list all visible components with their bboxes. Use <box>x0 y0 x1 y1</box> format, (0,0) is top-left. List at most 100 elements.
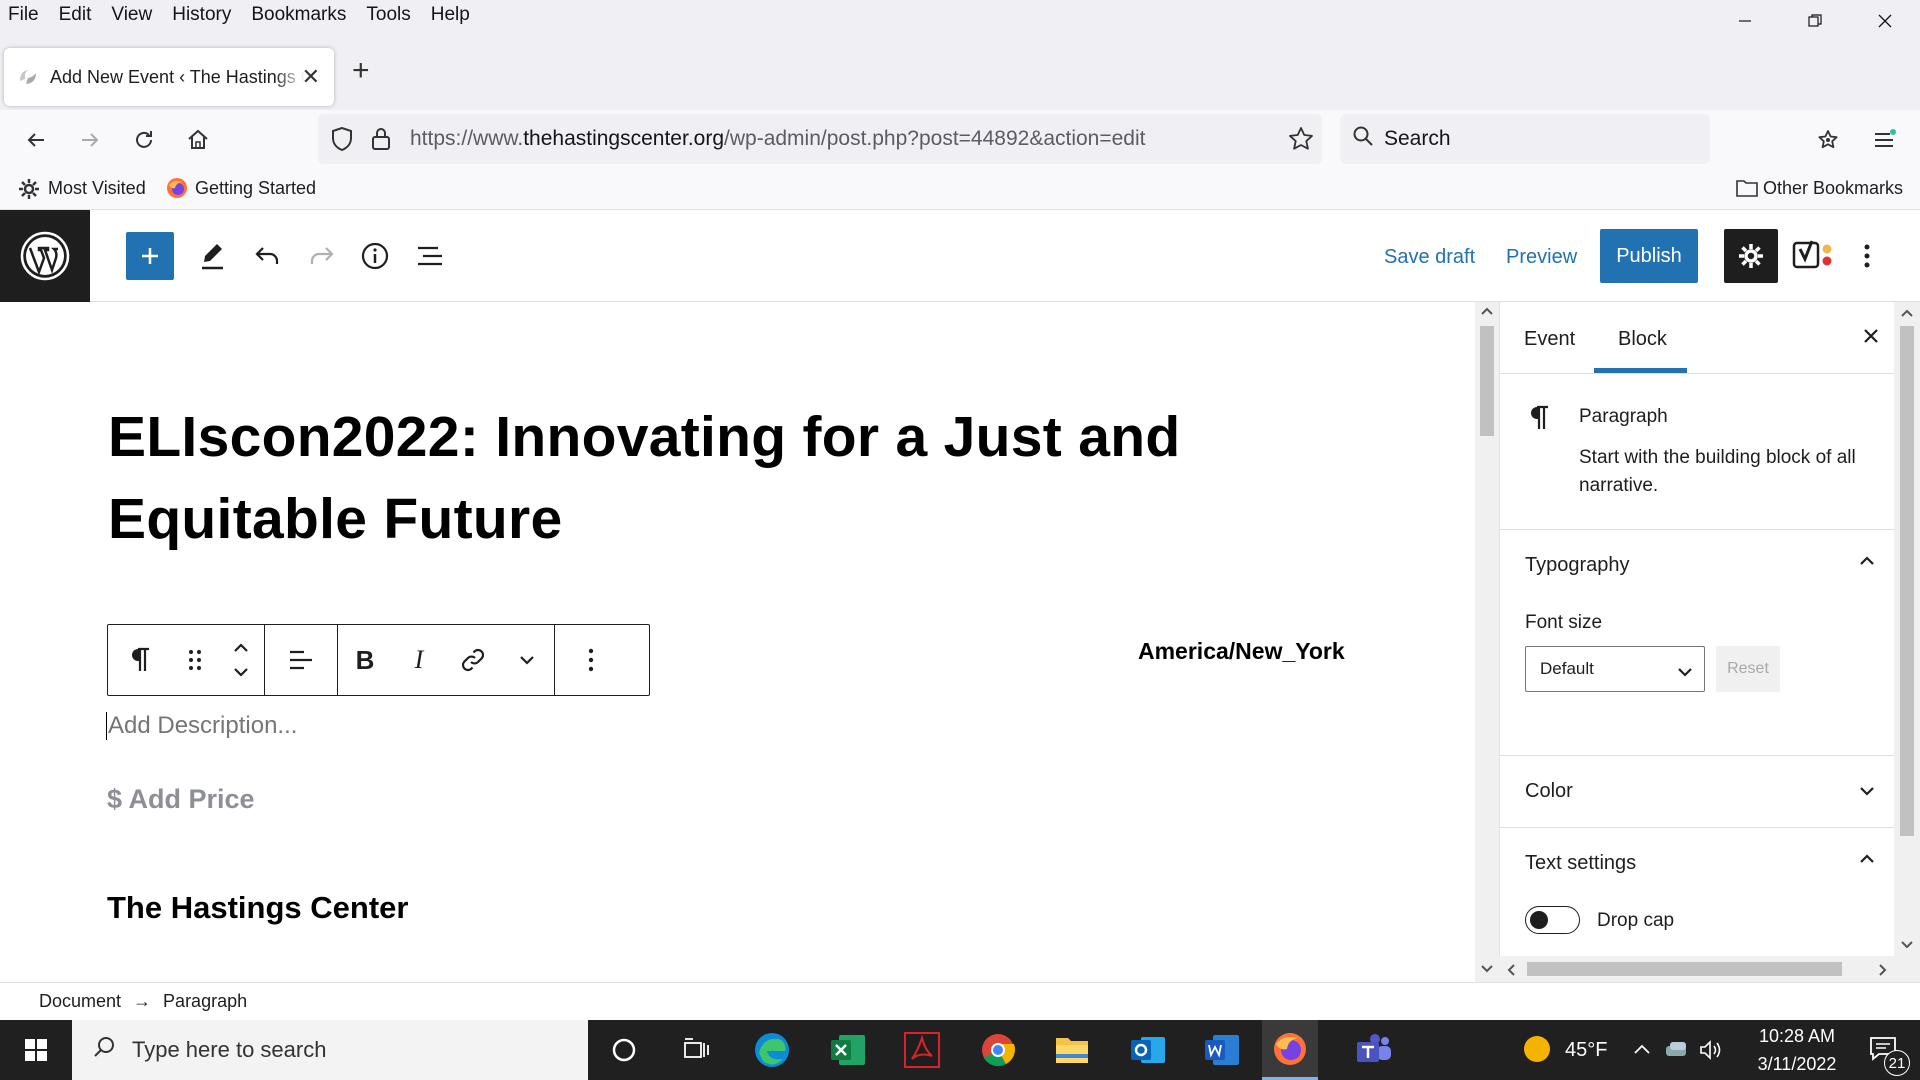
lock-icon[interactable] <box>370 126 392 158</box>
bookmark-getting-started[interactable]: Getting Started <box>195 178 316 199</box>
menu-edit[interactable]: Edit <box>49 4 102 26</box>
scroll-down-icon[interactable] <box>1899 938 1915 956</box>
menu-history[interactable]: History <box>162 4 241 26</box>
firefox-taskbar-icon[interactable] <box>1262 1020 1318 1080</box>
reset-button[interactable]: Reset <box>1716 646 1780 692</box>
bold-icon[interactable]: B <box>338 625 392 695</box>
address-bar[interactable]: https://www.thehastingscenter.org/wp-adm… <box>318 114 1322 164</box>
breadcrumb-document[interactable]: Document <box>39 991 121 1012</box>
clock-date[interactable]: 3/11/2022 <box>1747 1054 1847 1075</box>
italic-icon[interactable]: I <box>392 625 446 695</box>
clock-time[interactable]: 10:28 AM <box>1747 1026 1847 1047</box>
chevron-up-icon[interactable] <box>1632 1040 1652 1062</box>
reload-button[interactable] <box>126 122 162 158</box>
menu-help[interactable]: Help <box>421 4 480 26</box>
sidebar-horizontal-scrollbar[interactable] <box>1499 956 1894 982</box>
tab-block[interactable]: Block <box>1618 328 1667 351</box>
typography-title[interactable]: Typography <box>1525 554 1630 577</box>
font-size-select[interactable]: Default <box>1525 646 1705 692</box>
taskbar-search-input[interactable]: Type here to search <box>72 1020 588 1080</box>
link-icon[interactable] <box>446 625 500 695</box>
info-icon[interactable] <box>355 234 395 278</box>
wordpress-logo-icon[interactable] <box>0 210 90 302</box>
excel-icon[interactable] <box>824 1026 872 1074</box>
bookmark-most-visited[interactable]: Most Visited <box>48 178 146 199</box>
redo-icon[interactable] <box>302 234 342 278</box>
drop-cap-toggle[interactable] <box>1525 906 1580 934</box>
preview-button[interactable]: Preview <box>1506 246 1577 269</box>
close-icon[interactable] <box>1862 324 1880 352</box>
price-input[interactable]: $ Add Price <box>107 784 255 815</box>
weather-sun-icon[interactable] <box>1522 1034 1552 1070</box>
undo-icon[interactable] <box>247 234 287 278</box>
settings-gear-icon[interactable] <box>1724 229 1778 283</box>
chevron-up-icon[interactable] <box>1858 554 1876 572</box>
back-button[interactable] <box>18 122 54 158</box>
menu-view[interactable]: View <box>101 4 162 26</box>
text-settings-title[interactable]: Text settings <box>1525 852 1636 875</box>
venue-name[interactable]: The Hastings Center <box>107 890 408 926</box>
scroll-up-icon[interactable] <box>1479 304 1495 320</box>
color-title[interactable]: Color <box>1525 780 1573 803</box>
description-input[interactable]: Add Description... <box>106 712 297 740</box>
chrome-icon[interactable] <box>974 1026 1022 1074</box>
scroll-right-icon[interactable] <box>1877 962 1889 983</box>
sidebar-scroll-thumb[interactable] <box>1900 326 1914 836</box>
search-bar[interactable]: Search <box>1340 114 1710 164</box>
windows-start-icon[interactable] <box>0 1020 72 1080</box>
new-tab-button[interactable]: + <box>352 54 370 88</box>
tab-add-new-event[interactable]: Add New Event ‹ The Hastings Center — Wo… <box>4 48 334 106</box>
menu-bookmarks[interactable]: Bookmarks <box>241 4 356 26</box>
scroll-up-icon[interactable] <box>1899 306 1915 324</box>
windows-taskbar: Type here to search 45°F 10:28 AM 3/11/2… <box>0 1020 1920 1080</box>
align-left-icon[interactable] <box>265 625 337 695</box>
tab-event[interactable]: Event <box>1524 328 1575 351</box>
forward-button[interactable] <box>72 122 108 158</box>
editor-scrollbar[interactable] <box>1475 302 1499 982</box>
shield-icon[interactable] <box>330 126 354 158</box>
save-draft-button[interactable]: Save draft <box>1384 246 1475 269</box>
word-icon[interactable] <box>1198 1026 1246 1074</box>
bookmark-star-icon[interactable] <box>1288 126 1314 158</box>
extensions-icon[interactable] <box>1810 122 1846 158</box>
task-view-icon[interactable] <box>672 1026 720 1074</box>
chevron-up-icon[interactable] <box>1858 852 1876 870</box>
chevron-down-icon[interactable] <box>500 625 554 695</box>
close-tab-icon[interactable]: ✕ <box>302 64 320 90</box>
more-options-icon[interactable] <box>1852 234 1882 278</box>
sidebar-scrollbar[interactable] <box>1894 302 1920 982</box>
edge-icon[interactable] <box>748 1026 796 1074</box>
taskbar-search-placeholder: Type here to search <box>132 1037 327 1062</box>
drop-cap-label: Drop cap <box>1597 910 1675 931</box>
post-title[interactable]: ELIscon2022: Innovating for a Just and E… <box>108 396 1288 560</box>
file-explorer-icon[interactable] <box>1048 1026 1096 1074</box>
horizontal-scroll-thumb[interactable] <box>1527 962 1842 976</box>
event-timezone[interactable]: America/New_York <box>1138 638 1345 665</box>
bookmark-other[interactable]: Other Bookmarks <box>1763 178 1903 199</box>
menu-tools[interactable]: Tools <box>356 4 420 26</box>
add-block-button[interactable] <box>126 232 174 280</box>
block-options-icon[interactable] <box>555 625 627 695</box>
weather-temperature[interactable]: 45°F <box>1565 1039 1607 1062</box>
network-icon[interactable] <box>1664 1038 1690 1066</box>
scroll-down-icon[interactable] <box>1479 962 1495 978</box>
outlook-icon[interactable] <box>1124 1026 1172 1074</box>
teams-icon[interactable] <box>1350 1026 1398 1074</box>
drag-handle-icon[interactable] <box>172 625 218 695</box>
list-view-icon[interactable] <box>410 234 450 278</box>
breadcrumb-paragraph[interactable]: Paragraph <box>163 991 247 1012</box>
hamburger-menu-icon[interactable] <box>1866 122 1902 158</box>
chevron-down-icon[interactable] <box>1858 784 1876 802</box>
yoast-seo-icon[interactable] <box>1788 232 1838 280</box>
acrobat-icon[interactable] <box>898 1026 946 1074</box>
move-up-down-icon[interactable] <box>218 625 264 695</box>
publish-button[interactable]: Publish <box>1600 229 1698 283</box>
menu-file[interactable]: File <box>0 4 49 26</box>
scroll-left-icon[interactable] <box>1505 962 1517 983</box>
volume-icon[interactable] <box>1698 1038 1722 1068</box>
cortana-icon[interactable] <box>600 1026 648 1074</box>
edit-tools-icon[interactable] <box>192 234 232 278</box>
paragraph-block-icon[interactable] <box>108 625 172 695</box>
home-button[interactable] <box>180 122 216 158</box>
editor-scroll-thumb[interactable] <box>1480 326 1494 436</box>
